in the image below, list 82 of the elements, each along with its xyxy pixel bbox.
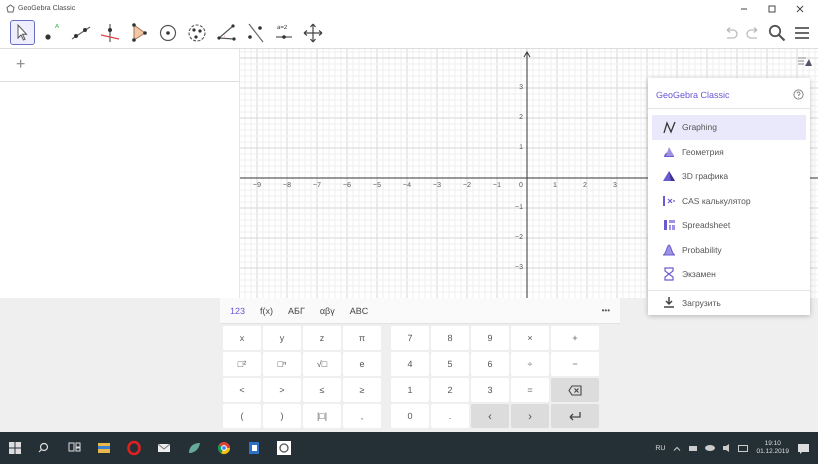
close-icon: [796, 4, 804, 12]
key[interactable]: ≥: [343, 378, 381, 402]
add-input-button[interactable]: +: [16, 56, 26, 74]
key[interactable]: e: [343, 352, 381, 376]
start-icon: [8, 441, 22, 455]
key[interactable]: √□: [303, 352, 341, 376]
key[interactable]: (: [223, 404, 261, 428]
help-icon: [793, 89, 804, 100]
slider-icon: [276, 34, 292, 38]
more-button[interactable]: •••: [602, 306, 610, 315]
keyboard-tab[interactable]: ABC: [350, 306, 368, 316]
key[interactable]: y: [263, 326, 301, 350]
key[interactable]: 3: [471, 378, 509, 402]
battery-icon: [689, 446, 698, 450]
arrow-key[interactable]: ›: [511, 404, 549, 428]
notification-icon: [797, 442, 810, 454]
key[interactable]: <: [223, 378, 261, 402]
key[interactable]: 9: [471, 326, 509, 350]
backspace-key[interactable]: [551, 378, 599, 402]
app-icon: [662, 267, 676, 282]
search-icon: [768, 24, 786, 42]
key[interactable]: 6: [471, 352, 509, 376]
graph-icon: [662, 120, 676, 134]
arrow-key[interactable]: ‹: [471, 404, 509, 428]
key[interactable]: +: [551, 326, 599, 350]
ring-icon: [126, 440, 142, 456]
key[interactable]: z: [303, 326, 341, 350]
folder-icon: [96, 440, 112, 456]
backspace-icon: [568, 384, 582, 396]
maximize-icon: [768, 4, 776, 12]
key[interactable]: ,: [343, 404, 381, 428]
keyboard-tab[interactable]: 123: [230, 306, 246, 316]
leaf-icon: [186, 440, 202, 456]
key[interactable]: =: [511, 378, 549, 402]
key[interactable]: x: [223, 326, 261, 350]
ellipse-icon: [186, 22, 208, 44]
cloud-icon: [705, 445, 716, 451]
speaker-icon: [723, 444, 730, 452]
app-icon: [662, 194, 676, 208]
angle-icon: [214, 22, 236, 44]
key[interactable]: ÷: [511, 352, 549, 376]
key[interactable]: 2: [431, 378, 469, 402]
app-icon: [662, 242, 676, 257]
move-arrows-icon: [302, 22, 324, 44]
key[interactable]: >: [263, 378, 301, 402]
key[interactable]: 5: [431, 352, 469, 376]
key[interactable]: ≤: [303, 378, 341, 402]
keyboard-tab[interactable]: АБГ: [288, 306, 305, 316]
chevron-up-icon: [673, 446, 682, 450]
tool-button[interactable]: [10, 20, 35, 45]
point-icon: [44, 34, 50, 40]
app-icon: [662, 144, 676, 159]
key[interactable]: ): [263, 404, 301, 428]
perpendicular-icon: [98, 22, 120, 44]
style-bar-icon: [798, 57, 812, 67]
keyboard-tab[interactable]: f(x): [260, 306, 274, 316]
key[interactable]: 7: [391, 326, 429, 350]
keyboard-tab[interactable]: αβγ: [320, 306, 335, 316]
key[interactable]: □ⁿ: [263, 352, 301, 376]
key[interactable]: 1: [391, 378, 429, 402]
app-icon: [662, 218, 676, 232]
menu-title: GeoGebra Classic: [656, 90, 730, 100]
key[interactable]: ×: [511, 326, 549, 350]
key[interactable]: 8: [431, 326, 469, 350]
key[interactable]: 4: [391, 352, 429, 376]
menu-item[interactable]: Graphing: [652, 115, 806, 140]
key[interactable]: □²: [223, 352, 261, 376]
menu-icon: [794, 26, 810, 40]
key[interactable]: |□|: [303, 404, 341, 428]
download-icon: [662, 296, 676, 310]
key[interactable]: π: [343, 326, 381, 350]
redo-icon: [746, 26, 760, 38]
keyboard-icon: [738, 444, 748, 452]
key[interactable]: 0: [391, 404, 429, 428]
app-icon: [662, 169, 676, 184]
key[interactable]: −: [551, 352, 599, 376]
enter-icon: [568, 411, 582, 421]
undo-icon: [724, 26, 738, 38]
app-icon: [6, 4, 15, 13]
key[interactable]: .: [431, 404, 469, 428]
browser-icon: [216, 440, 232, 456]
document-icon: [246, 440, 262, 456]
